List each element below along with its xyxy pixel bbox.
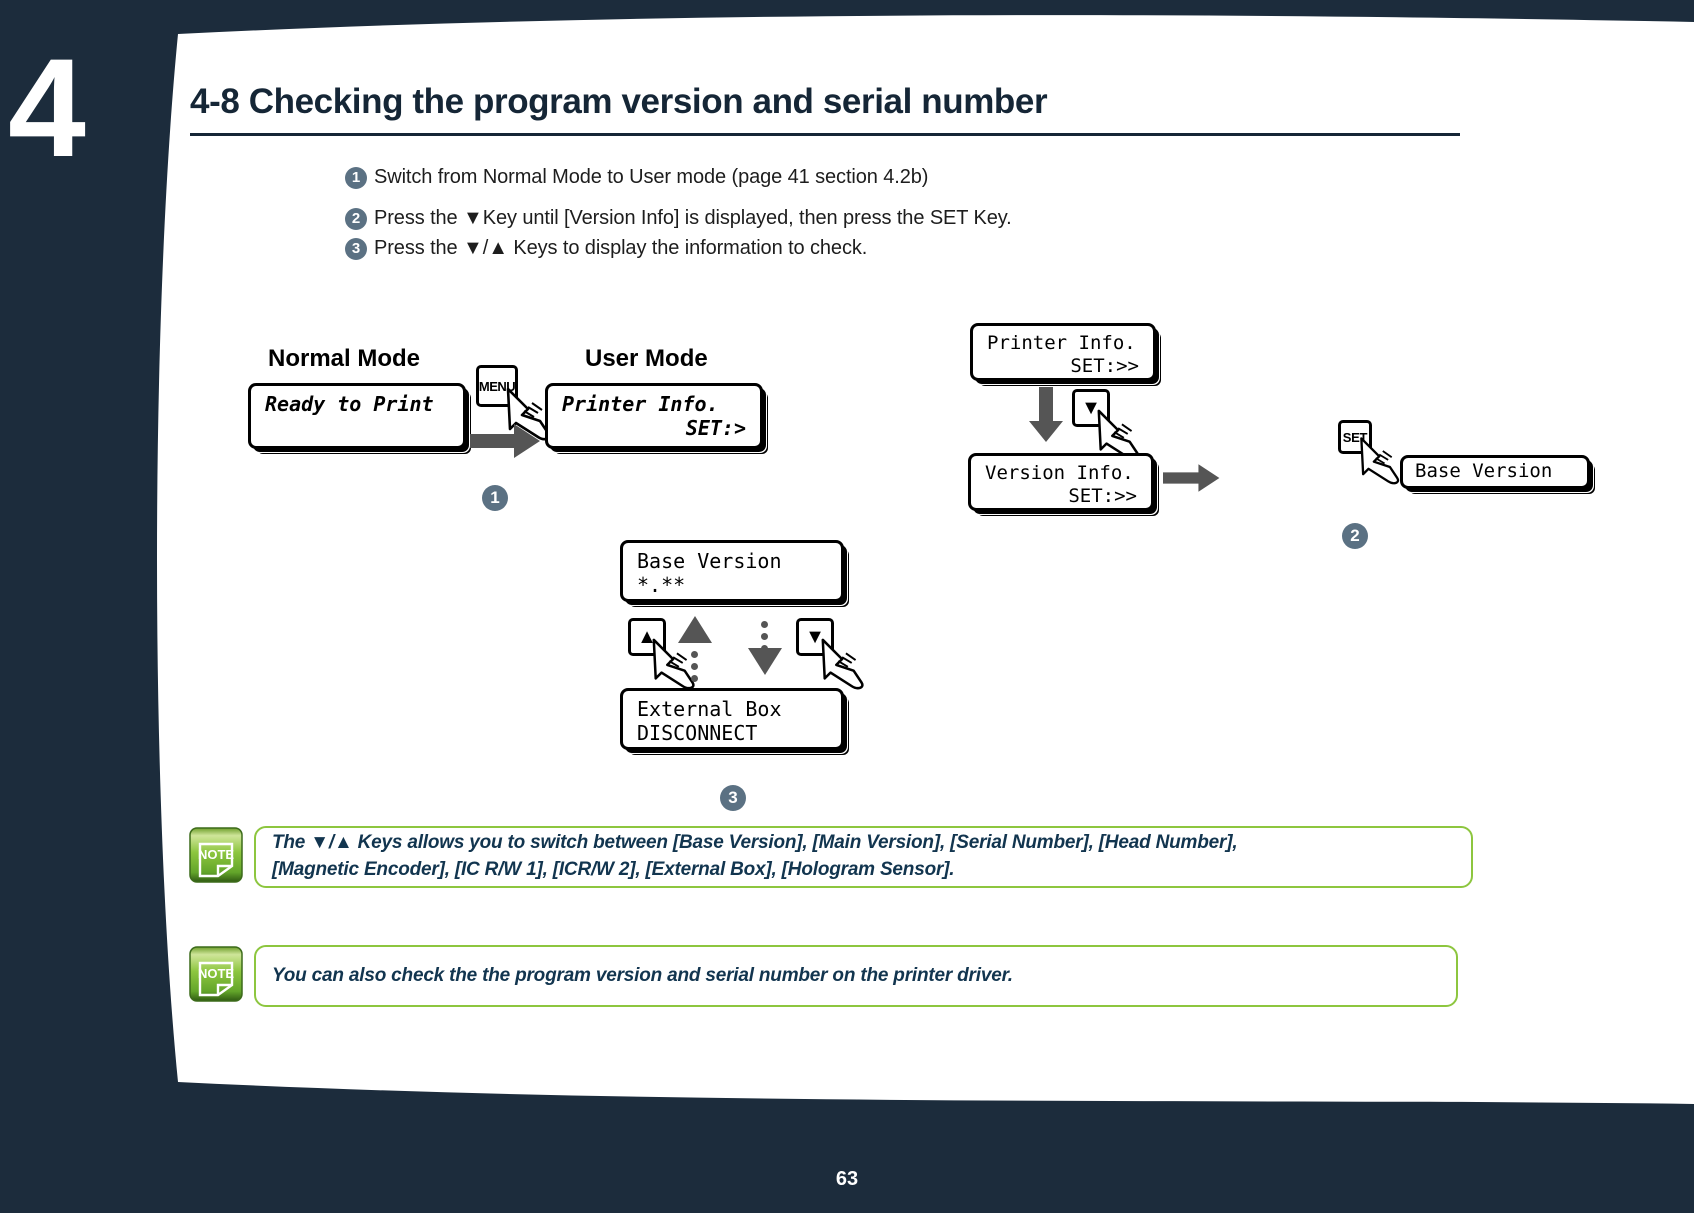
scroll-down-arrow-icon: [748, 648, 782, 675]
lcd-line: SET:>>: [1070, 355, 1139, 378]
lcd-line: Base Version: [1415, 460, 1553, 482]
lcd-external-box: External Box DISCONNECT: [620, 688, 844, 750]
note-text-line2: [Magnetic Encoder], [IC R/W 1], [ICR/W 2…: [272, 859, 955, 880]
step-item: 2 Press the ▼Key until [Version Info] is…: [345, 206, 1445, 230]
step-number-badge: 3: [345, 238, 367, 260]
diagram-step-marker-1: 1: [482, 485, 508, 511]
lcd-line: Printer Info.: [562, 392, 719, 416]
note-icon: NOTE: [188, 945, 246, 1003]
lcd-line: DISCONNECT: [637, 721, 758, 746]
note-body: The ▼/▲ Keys allows you to switch betwee…: [254, 826, 1473, 888]
lcd-line: Base Version: [637, 549, 782, 573]
scroll-up-dots-icon: [691, 646, 698, 687]
diagram-step-marker-3: 3: [720, 785, 746, 811]
normal-mode-label: Normal Mode: [268, 345, 421, 372]
lcd-line: Ready to Print: [265, 392, 434, 416]
title-divider: [190, 133, 1460, 136]
dot: [691, 663, 698, 670]
note-text: You can also check the the program versi…: [272, 964, 1013, 986]
step-item: 1 Switch from Normal Mode to User mode (…: [345, 165, 1445, 189]
dot: [691, 651, 698, 658]
dot: [761, 621, 768, 628]
scroll-up-arrow-icon: [678, 616, 712, 643]
step-item: 3 Press the ▼/▲ Keys to display the info…: [345, 236, 1445, 260]
diagram-step-marker-2: 2: [1342, 523, 1368, 549]
step-number-badge: 1: [345, 167, 367, 189]
lcd-line: External Box: [637, 697, 782, 721]
note-icon-label: NOTE: [198, 966, 234, 981]
page-content: 4-8 Checking the program version and ser…: [160, 20, 1590, 1090]
lcd-normal-mode: Ready to Print: [248, 383, 466, 449]
step-number-badge: 2: [345, 208, 367, 230]
diagram-version-menu: Printer Info. SET:>> ▼ Version Info. SET…: [950, 305, 1590, 565]
note-icon-label: NOTE: [198, 847, 234, 862]
lcd-line: *.**: [637, 573, 686, 598]
diagram-info-scroll: Base Version *.** ▲ ▼ External Box DISCO…: [610, 530, 930, 830]
lcd-base-version: Base Version: [1400, 455, 1590, 489]
page-title: 4-8 Checking the program version and ser…: [190, 82, 1048, 121]
step-text: Press the ▼/▲ Keys to display the inform…: [374, 237, 868, 259]
pointing-hand-icon: [1360, 437, 1400, 485]
lcd-line: SET:>: [685, 416, 746, 441]
lcd-printer-info: Printer Info. SET:>>: [970, 323, 1156, 381]
note-icon: NOTE: [188, 826, 246, 884]
lcd-user-mode: Printer Info. SET:>: [545, 383, 763, 449]
page-root: 4 4-8 Checking the program version and s…: [0, 0, 1694, 1213]
dot: [761, 633, 768, 640]
lcd-version-info: Version Info. SET:>>: [968, 453, 1154, 511]
note-body: You can also check the the program versi…: [254, 945, 1458, 1007]
lcd-line: Version Info.: [985, 462, 1134, 484]
dot: [691, 675, 698, 682]
note-text: The ▼/▲ Keys allows you to switch betwee…: [272, 830, 1238, 884]
chapter-number: 4: [8, 29, 86, 186]
page-number: 63: [835, 1168, 859, 1190]
note-text-line1: The ▼/▲ Keys allows you to switch betwee…: [272, 832, 1238, 854]
diagram-mode-switch: Normal Mode User Mode Ready to Print MEN…: [240, 325, 780, 555]
lcd-line: SET:>>: [1068, 485, 1137, 508]
step-text: Press the ▼Key until [Version Info] is d…: [374, 207, 1012, 229]
step-text: Switch from Normal Mode to User mode (pa…: [374, 166, 929, 188]
user-mode-label: User Mode: [585, 345, 708, 372]
instruction-steps: 1 Switch from Normal Mode to User mode (…: [345, 165, 1445, 266]
note-box: NOTE The ▼/▲ Keys allows you to switch b…: [188, 826, 1473, 888]
lcd-line: Printer Info.: [987, 332, 1136, 354]
pointing-hand-icon: [821, 638, 864, 690]
arrow-down-icon: [1029, 387, 1063, 442]
arrow-right-icon: [470, 424, 540, 458]
note-box: NOTE You can also check the the program …: [188, 945, 1458, 1007]
arrow-right-icon: [1163, 464, 1220, 492]
lcd-base-version-value: Base Version *.**: [620, 540, 844, 602]
